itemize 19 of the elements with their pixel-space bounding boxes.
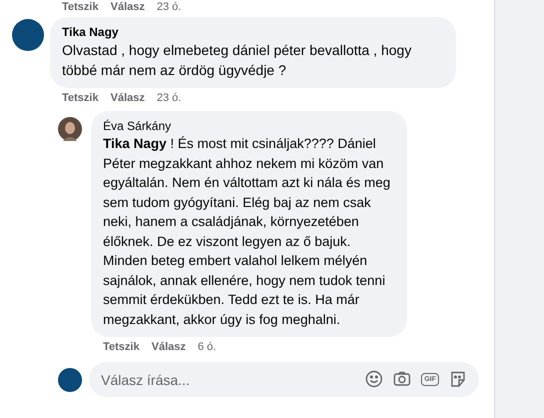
reply-link[interactable]: Válasz <box>110 0 145 14</box>
reply-link[interactable]: Válasz <box>151 340 186 354</box>
comment-time: 6 ó. <box>198 340 216 354</box>
comment-time: 23 ó. <box>156 91 182 105</box>
comment-text: Tika Nagy ! És most mit csináljak???? Dániel Péter megzakkant ahhoz nekem mi közöm van egyáltalán. Nem én váltottam azt ki nála és meg sem tudom gyógyítani. Elég baj az nem csak neki, hanem a családjának, környezetében élőknek. De ez viszont legyen az ő bajuk. Minden beteg embert valahol lelkem mélyén sajnálok, annak ellenére, hogy nem tudok tenni semmit érdekükben. Tedd ezt te is. Ha már megzakkant, akkor úgy is fog meghalni. <box>103 135 392 329</box>
like-link[interactable]: Tetszik <box>62 91 98 105</box>
author-name[interactable]: Tika Nagy <box>62 24 444 40</box>
smiley-icon[interactable] <box>365 370 384 388</box>
avatar <box>58 368 82 392</box>
like-link[interactable]: Tetszik <box>62 0 98 14</box>
avatar[interactable] <box>12 19 44 51</box>
comment-text: Olvastad , hogy elmebeteg dániel péter bevallotta , hogy többé már nem az ördög ügyvédje ? <box>62 41 412 80</box>
avatar-photo[interactable] <box>58 117 82 141</box>
sticker-icon[interactable] <box>449 370 467 388</box>
like-link[interactable]: Tetszik <box>103 340 140 354</box>
author-name[interactable]: Éva Sárkány <box>103 118 395 134</box>
reply-link[interactable]: Válasz <box>110 91 145 105</box>
comment-time: 23 ó. <box>156 0 182 14</box>
camera-icon[interactable] <box>393 370 412 388</box>
